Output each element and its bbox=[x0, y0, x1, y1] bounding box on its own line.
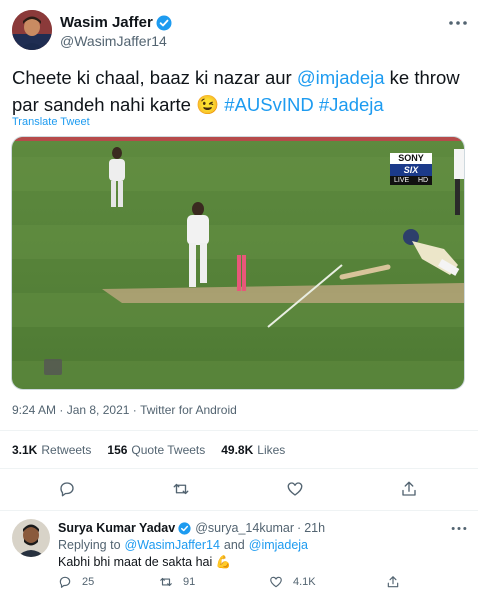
tweet-meta: 9:24 AM · Jan 8, 2021 · Twitter for Andr… bbox=[12, 403, 237, 417]
reply-author-handle[interactable]: @surya_14kumar bbox=[195, 521, 294, 535]
author-name[interactable]: Wasim Jaffer bbox=[60, 14, 153, 31]
meta-separator: · bbox=[56, 403, 67, 417]
tweet-text-part: ke throw bbox=[384, 67, 460, 88]
quotes-stat[interactable]: 156 Quote Tweets bbox=[107, 443, 205, 457]
translate-tweet-link[interactable]: Translate Tweet bbox=[12, 116, 90, 128]
reply-reply-count: 25 bbox=[82, 576, 95, 588]
tweet-time[interactable]: 9:24 AM bbox=[12, 403, 56, 417]
quotes-count: 156 bbox=[107, 443, 128, 457]
retweets-stat[interactable]: 3.1K Retweets bbox=[12, 443, 91, 457]
reply-action-reply[interactable]: 25 bbox=[58, 575, 94, 589]
replying-to: Replying to @WasimJaffer14 and @imjadeja bbox=[58, 538, 308, 552]
tweet-text-line-2: par sandeh nahi karte 😉 #AUSvIND #Jadeja bbox=[12, 91, 472, 118]
reply-text: Kabhi bhi maat de sakta hai 💪 bbox=[58, 555, 231, 570]
tweet-media[interactable]: SONY SIX LIVE HD bbox=[11, 136, 465, 390]
retweets-label: Retweets bbox=[41, 443, 92, 457]
replying-to-mention[interactable]: @imjadeja bbox=[249, 538, 308, 552]
tweet-text: Cheete ki chaal, baaz ki nazar aur @imja… bbox=[12, 64, 472, 118]
like-icon[interactable] bbox=[284, 478, 306, 500]
reply-icon[interactable] bbox=[56, 478, 78, 500]
retweet-icon[interactable] bbox=[170, 478, 192, 500]
likes-count: 49.8K bbox=[221, 443, 254, 457]
tweet-client[interactable]: Twitter for Android bbox=[140, 403, 237, 417]
divider bbox=[0, 510, 478, 511]
tweet-text-line-1: Cheete ki chaal, baaz ki nazar aur @imja… bbox=[12, 64, 472, 91]
author-handle[interactable]: @WasimJaffer14 bbox=[60, 33, 167, 49]
like-icon bbox=[269, 575, 283, 589]
likes-stat[interactable]: 49.8K Likes bbox=[221, 443, 285, 457]
reply-action-retweet[interactable]: 91 bbox=[159, 575, 195, 589]
reply-more-options-icon[interactable] bbox=[448, 521, 470, 535]
reply-avatar[interactable] bbox=[12, 519, 50, 557]
tweet-stats: 3.1K Retweets 156 Quote Tweets 49.8K Lik… bbox=[12, 443, 285, 457]
wink-emoji: 😉 bbox=[196, 94, 220, 115]
reply-header: Surya Kumar Yadav @surya_14kumar · 21h bbox=[58, 521, 325, 535]
live-label: LIVE bbox=[394, 177, 410, 184]
flexed-biceps-emoji: 💪 bbox=[215, 555, 232, 569]
replying-to-mention[interactable]: @WasimJaffer14 bbox=[125, 538, 220, 552]
reply-author-name[interactable]: Surya Kumar Yadav bbox=[58, 521, 175, 535]
hashtag-link[interactable]: #AUSvIND bbox=[224, 94, 313, 115]
quotes-label: Quote Tweets bbox=[131, 443, 206, 457]
reply-text-body: Kabhi bhi maat de sakta hai bbox=[58, 555, 213, 569]
divider bbox=[0, 430, 478, 431]
more-options-icon[interactable] bbox=[446, 14, 470, 32]
replying-to-label: Replying to bbox=[58, 538, 121, 552]
retweets-count: 3.1K bbox=[12, 443, 38, 457]
reply-time[interactable]: 21h bbox=[304, 521, 325, 535]
tweet-date[interactable]: Jan 8, 2021 bbox=[67, 403, 130, 417]
replying-to-and: and bbox=[223, 538, 245, 552]
broadcaster-logo-text: SONY bbox=[398, 153, 424, 163]
meta-separator: · bbox=[297, 521, 302, 535]
author-avatar[interactable] bbox=[12, 10, 52, 50]
divider bbox=[0, 468, 478, 469]
tweet-text-part: Cheete ki chaal, baaz ki nazar aur bbox=[12, 67, 297, 88]
channel-logo-text: SIX bbox=[403, 165, 419, 175]
retweet-icon bbox=[159, 575, 173, 589]
hashtag-link[interactable]: #Jadeja bbox=[319, 94, 384, 115]
likes-label: Likes bbox=[257, 443, 286, 457]
verified-badge-icon bbox=[156, 15, 172, 31]
share-icon[interactable] bbox=[398, 478, 420, 500]
reply-retweet-count: 91 bbox=[183, 576, 196, 588]
verified-badge-icon bbox=[178, 521, 191, 535]
share-icon[interactable] bbox=[385, 575, 401, 589]
mention-link[interactable]: @imjadeja bbox=[297, 67, 385, 88]
reply-like-count: 4.1K bbox=[293, 576, 316, 588]
meta-separator: · bbox=[129, 403, 141, 417]
hd-label: HD bbox=[418, 177, 429, 184]
tweet-text-part: par sandeh nahi karte bbox=[12, 94, 197, 115]
reply-action-like[interactable]: 4.1K bbox=[269, 575, 316, 589]
reply-icon bbox=[58, 575, 72, 589]
